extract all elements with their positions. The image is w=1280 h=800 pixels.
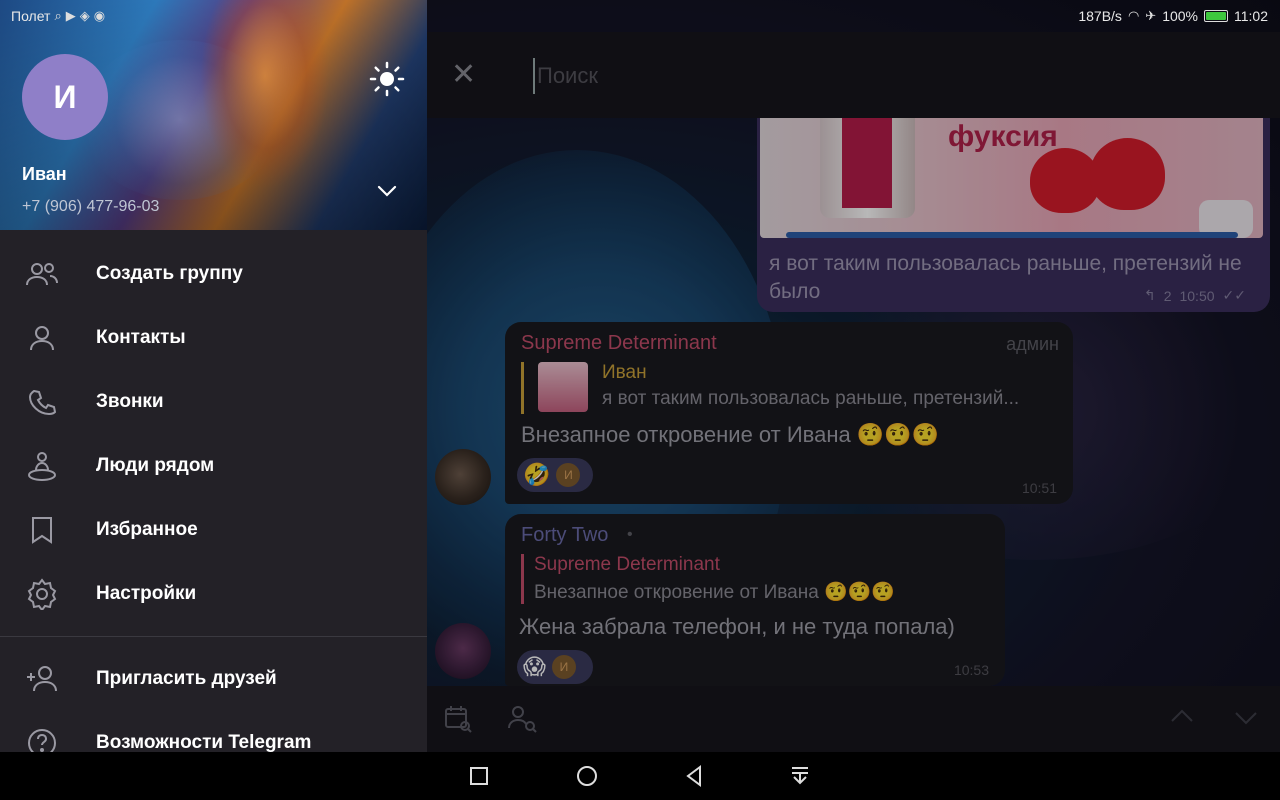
reply-preview[interactable]: Supreme Determinant Внезапное откровение…	[521, 554, 991, 604]
online-dot-icon: •	[627, 526, 633, 543]
outgoing-message[interactable]: фуксия я вот таким пользовалась раньше, …	[757, 118, 1270, 312]
reaction-chip[interactable]: 🤣 И	[517, 458, 593, 492]
incoming-message[interactable]: Supreme Determinant админ Иван я вот так…	[505, 322, 1073, 504]
settings-icon	[24, 576, 60, 612]
wifi-icon: ◠	[1127, 8, 1140, 23]
navigation-drawer: И Иван +7 (906) 477-96-03 Создать группу	[0, 0, 427, 752]
status-left: Полет ⌕ ▶ ◈ ◉	[11, 8, 105, 24]
incoming-message[interactable]: Forty Two • Supreme Determinant Внезапно…	[505, 514, 1005, 686]
photo-strawberry	[1090, 138, 1165, 210]
reaction-chip[interactable]: 😱 И	[517, 650, 593, 684]
calendar-search-icon[interactable]	[443, 704, 473, 741]
reply-name: Иван	[602, 362, 647, 383]
message-meta: ↰ 2 10:50 ✓✓	[1144, 287, 1246, 304]
notification-shade-button[interactable]	[788, 764, 812, 788]
bookmark-icon	[24, 512, 60, 548]
menu-item-label: Контакты	[96, 327, 186, 348]
phone-icon	[24, 384, 60, 420]
reaction-avatar: И	[556, 463, 581, 487]
chevron-down-icon[interactable]	[376, 180, 398, 202]
menu-item-label: Возможности Telegram	[96, 732, 312, 752]
chat-search-bar: ✕	[427, 32, 1280, 118]
menu-item-people-nearby[interactable]: Люди рядом	[0, 434, 427, 498]
menu-item-label: Настройки	[96, 583, 197, 604]
message-time: 10:51	[1021, 480, 1057, 496]
menu-item-label: Пригласить друзей	[96, 668, 277, 689]
people-nearby-icon	[24, 448, 60, 484]
gamepad-icon: ◈	[79, 8, 90, 23]
add-user-icon	[24, 661, 60, 697]
chevron-down-icon[interactable]	[1233, 704, 1259, 737]
reaction-emoji: 😱	[523, 654, 546, 679]
reaction-avatar: И	[551, 655, 576, 679]
status-right: 187B/s ◠ ✈ 100% 11:02	[1078, 8, 1268, 24]
message-photo[interactable]: фуксия	[760, 118, 1263, 238]
profile-avatar[interactable]: И	[22, 54, 108, 140]
status-bar: Полет ⌕ ▶ ◈ ◉ 187B/s ◠ ✈ 100% 11:02	[0, 0, 1280, 32]
search-status-icon: ⌕	[54, 8, 62, 23]
message-text: Внезапное откровение от Ивана 🤨🤨🤨	[521, 422, 940, 447]
recents-button[interactable]	[467, 764, 491, 788]
back-button[interactable]	[682, 764, 706, 788]
reaction-emoji: 🤣	[523, 462, 551, 487]
reply-count: 2	[1163, 287, 1172, 304]
drawer-menu: Создать группу Контакты Звонки Люди рядо…	[0, 242, 427, 752]
clock: 11:02	[1234, 8, 1268, 24]
menu-item-label: Звонки	[96, 391, 164, 412]
drawer-header: И Иван +7 (906) 477-96-03	[0, 0, 427, 230]
photo-progress-bar	[786, 232, 1238, 238]
help-icon	[24, 725, 60, 752]
sun-icon[interactable]	[368, 60, 406, 98]
contact-icon	[24, 320, 60, 356]
avatar[interactable]	[435, 449, 491, 505]
menu-item-contacts[interactable]: Контакты	[0, 306, 427, 370]
menu-item-new-group[interactable]: Создать группу	[0, 242, 427, 306]
battery-icon	[1204, 10, 1228, 22]
reply-preview[interactable]: Иван я вот таким пользовалась раньше, пр…	[521, 362, 1061, 414]
reply-count-icon: ↰	[1143, 287, 1156, 303]
group-icon	[24, 256, 60, 292]
menu-divider	[0, 636, 427, 637]
chevron-up-icon[interactable]	[1169, 704, 1195, 737]
discord-icon: ◉	[93, 8, 106, 23]
menu-item-settings[interactable]: Настройки	[0, 562, 427, 626]
battery-percent: 100%	[1162, 8, 1198, 24]
close-icon[interactable]: ✕	[451, 60, 476, 90]
menu-item-label: Создать группу	[96, 263, 243, 284]
airplane-icon: ✈	[1145, 8, 1157, 23]
youtube-icon: ▶	[65, 8, 76, 23]
profile-name: Иван	[22, 164, 67, 184]
reply-text: Внезапное откровение от Ивана 🤨🤨🤨	[534, 582, 896, 603]
menu-item-invite-friends[interactable]: Пригласить друзей	[0, 647, 427, 711]
message-text: Жена забрала телефон, и не туда попала)	[519, 614, 955, 639]
avatar[interactable]	[435, 623, 491, 679]
sender-name[interactable]: Supreme Determinant	[521, 332, 717, 355]
reply-thumbnail	[538, 362, 588, 412]
photo-text: фуксия	[948, 120, 1058, 153]
search-input[interactable]	[533, 58, 1133, 94]
battery-fill	[1206, 12, 1226, 20]
message-time: 10:53	[953, 662, 989, 678]
menu-item-saved[interactable]: Избранное	[0, 498, 427, 562]
reply-text: я вот таким пользовалась раньше, претенз…	[602, 388, 1020, 409]
search-bottom-bar	[427, 686, 1280, 752]
reply-name: Supreme Determinant	[534, 554, 720, 575]
chat-area: ✕ фуксия я вот таким пользовалась раньше…	[427, 0, 1280, 752]
menu-item-label: Избранное	[96, 519, 198, 540]
menu-item-telegram-features[interactable]: Возможности Telegram	[0, 711, 427, 752]
network-speed: 187B/s	[1078, 8, 1122, 24]
read-check-icon: ✓✓	[1222, 287, 1246, 303]
carrier-label: Полет	[11, 8, 51, 24]
home-button[interactable]	[575, 764, 599, 788]
profile-phone: +7 (906) 477-96-03	[22, 198, 160, 215]
menu-item-label: Люди рядом	[96, 455, 215, 476]
sender-name[interactable]: Forty Two	[521, 524, 608, 547]
system-navigation-bar	[0, 752, 1280, 800]
admin-badge: админ	[1006, 334, 1059, 354]
menu-item-calls[interactable]: Звонки	[0, 370, 427, 434]
message-time: 10:50	[1179, 287, 1215, 304]
photo-lipstick	[820, 118, 915, 218]
user-search-icon[interactable]	[507, 704, 539, 741]
